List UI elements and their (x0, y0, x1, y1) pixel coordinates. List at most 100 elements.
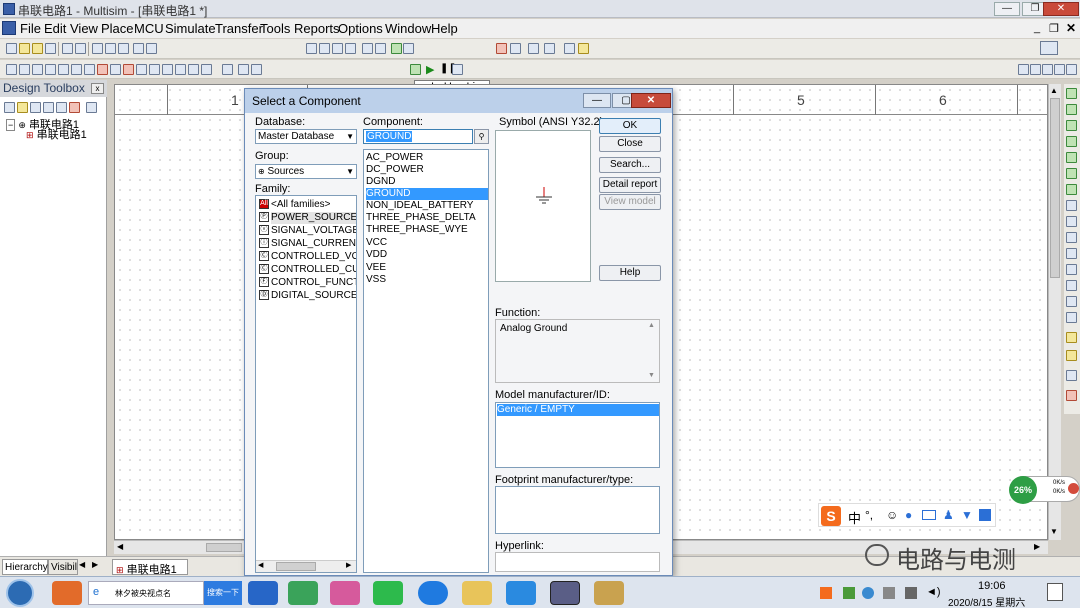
probe-icon[interactable] (1066, 350, 1077, 361)
taskbar-search-box[interactable]: e 林夕被央视点名 (88, 581, 204, 605)
component-item[interactable]: VSS (366, 274, 488, 286)
labview-icon[interactable] (1066, 332, 1077, 343)
back-annotate-icon[interactable] (510, 43, 521, 54)
family-item[interactable]: CONTROLLED_VOLT (271, 251, 356, 263)
forward-annotate-icon[interactable] (528, 43, 539, 54)
close-icon[interactable]: ✕ (1043, 2, 1079, 16)
place-misc-digital-icon[interactable] (97, 64, 108, 75)
print-icon[interactable] (62, 43, 73, 54)
vertical-scroll-thumb[interactable] (1050, 98, 1060, 278)
component-item[interactable]: VEE (366, 262, 488, 274)
menu-tools[interactable]: Tools (260, 21, 290, 36)
group-select[interactable]: ⊕ Sources ▼ (255, 164, 357, 179)
place-cmos-icon[interactable] (84, 64, 95, 75)
save-icon[interactable] (45, 43, 56, 54)
open-icon[interactable] (17, 102, 28, 113)
family-item[interactable]: CONTROL_FUNCTIO (271, 277, 356, 289)
component-wizard-icon[interactable] (391, 43, 402, 54)
family-hscroll[interactable]: ◀ ▶ (256, 560, 356, 572)
postprocessor-icon[interactable] (403, 43, 414, 54)
place-ttl-icon[interactable] (71, 64, 82, 75)
hierarchical-block-icon[interactable] (222, 64, 233, 75)
bus-icon[interactable] (238, 64, 249, 75)
keyboard-icon[interactable] (922, 510, 936, 520)
network-monitor-widget[interactable]: 26% 0K/s 0K/s (1009, 476, 1080, 504)
collapse-icon[interactable]: − (6, 119, 16, 131)
toggle-fullscreen-icon[interactable] (306, 43, 317, 54)
add-icon[interactable] (56, 102, 67, 113)
frequency-counter-icon[interactable] (1066, 184, 1077, 195)
stop-icon[interactable] (452, 64, 463, 75)
family-item[interactable]: <All families> (271, 199, 330, 211)
action-center-icon[interactable] (1047, 583, 1063, 601)
component-item[interactable]: THREE_PHASE_WYE (366, 224, 488, 236)
menu-transfer[interactable]: Transfer (215, 21, 263, 36)
component-list[interactable]: AC_POWER DC_POWER DGND GROUND NON_IDEAL_… (363, 149, 489, 573)
component-item[interactable]: AC_POWER (366, 152, 488, 164)
iqiyi-icon[interactable] (373, 581, 403, 605)
four-channel-scope-icon[interactable] (1066, 152, 1077, 163)
place-rf-icon[interactable] (175, 64, 186, 75)
transfer-icon[interactable] (544, 43, 555, 54)
network-icon[interactable] (905, 587, 917, 599)
toolbox-grid-icon[interactable] (979, 509, 991, 521)
network-analyzer-icon[interactable] (1066, 296, 1077, 307)
place-source-icon[interactable] (6, 64, 17, 75)
place-electromech-icon[interactable] (188, 64, 199, 75)
tab-scroll-right-icon[interactable]: ▶ (92, 560, 98, 569)
family-item[interactable]: SIGNAL_VOLTAGE_S (271, 225, 356, 237)
view-model-button[interactable]: View model (599, 194, 661, 210)
grapher-icon[interactable] (375, 43, 386, 54)
component-item[interactable]: THREE_PHASE_DELTA (366, 212, 488, 224)
bode-plotter-icon[interactable] (1066, 168, 1077, 179)
distortion-analyzer-icon[interactable] (1066, 264, 1077, 275)
place-misc-icon[interactable] (149, 64, 160, 75)
pin-icon[interactable]: x (91, 83, 104, 94)
hyperlink-field[interactable] (495, 552, 660, 572)
place-transistor-icon[interactable] (45, 64, 56, 75)
tray-ime-icon[interactable] (820, 587, 832, 599)
find-examples-icon[interactable] (564, 43, 575, 54)
word-generator-icon[interactable] (1066, 200, 1077, 211)
iv-analyzer-icon[interactable] (1066, 248, 1077, 259)
oscilloscope-icon[interactable] (1066, 136, 1077, 147)
scroll-left-icon[interactable]: ◀ (258, 561, 263, 569)
dialog-minimize-icon[interactable]: — (583, 93, 611, 108)
tab-hierarchy[interactable]: Hierarchy (2, 559, 48, 575)
logic-analyzer-icon[interactable] (1066, 216, 1077, 227)
open-icon[interactable] (19, 43, 30, 54)
run-icon[interactable]: ▶ (426, 63, 434, 76)
component-item[interactable]: VCC (366, 237, 488, 249)
start-button-icon[interactable] (6, 579, 34, 607)
taskbar-app-icon[interactable] (418, 581, 448, 605)
horizontal-scroll-thumb[interactable] (206, 543, 242, 552)
current-probe-icon[interactable] (1066, 370, 1077, 381)
family-item[interactable]: SIGNAL_CURRENT_S (271, 238, 356, 250)
taskbar-app-icon[interactable] (330, 581, 360, 605)
file-explorer-icon[interactable] (462, 581, 492, 605)
remove-icon[interactable] (69, 102, 80, 113)
close-doc-icon[interactable] (43, 102, 54, 113)
accelerate-icon[interactable] (1068, 483, 1079, 494)
zoom-in-icon[interactable] (1018, 64, 1029, 75)
footprint-list[interactable] (495, 486, 660, 534)
taskbar-search-button[interactable]: 搜索一下 (204, 581, 242, 605)
skin-icon[interactable]: ▼ (961, 508, 973, 522)
paint-icon[interactable] (594, 581, 624, 605)
place-diode-icon[interactable] (32, 64, 43, 75)
taskbar-app-icon[interactable] (248, 581, 278, 605)
place-analog-icon[interactable] (58, 64, 69, 75)
zoom-fit-icon[interactable] (1054, 64, 1065, 75)
component-item[interactable]: DC_POWER (366, 164, 488, 176)
multisim-taskbar-icon[interactable] (550, 581, 580, 605)
scroll-down-icon[interactable]: ▼ (648, 372, 655, 379)
clock-date[interactable]: 2020/8/15 星期六 (948, 594, 1025, 608)
family-item[interactable]: DIGITAL_SOURCES (271, 290, 356, 302)
properties-icon[interactable] (86, 102, 97, 113)
menu-simulate[interactable]: Simulate (165, 21, 216, 36)
taskbar-app-icon[interactable] (288, 581, 318, 605)
document-icon[interactable] (2, 21, 16, 35)
paste-icon[interactable] (118, 43, 129, 54)
redo-icon[interactable] (146, 43, 157, 54)
component-item-selected[interactable]: GROUND (366, 188, 488, 200)
